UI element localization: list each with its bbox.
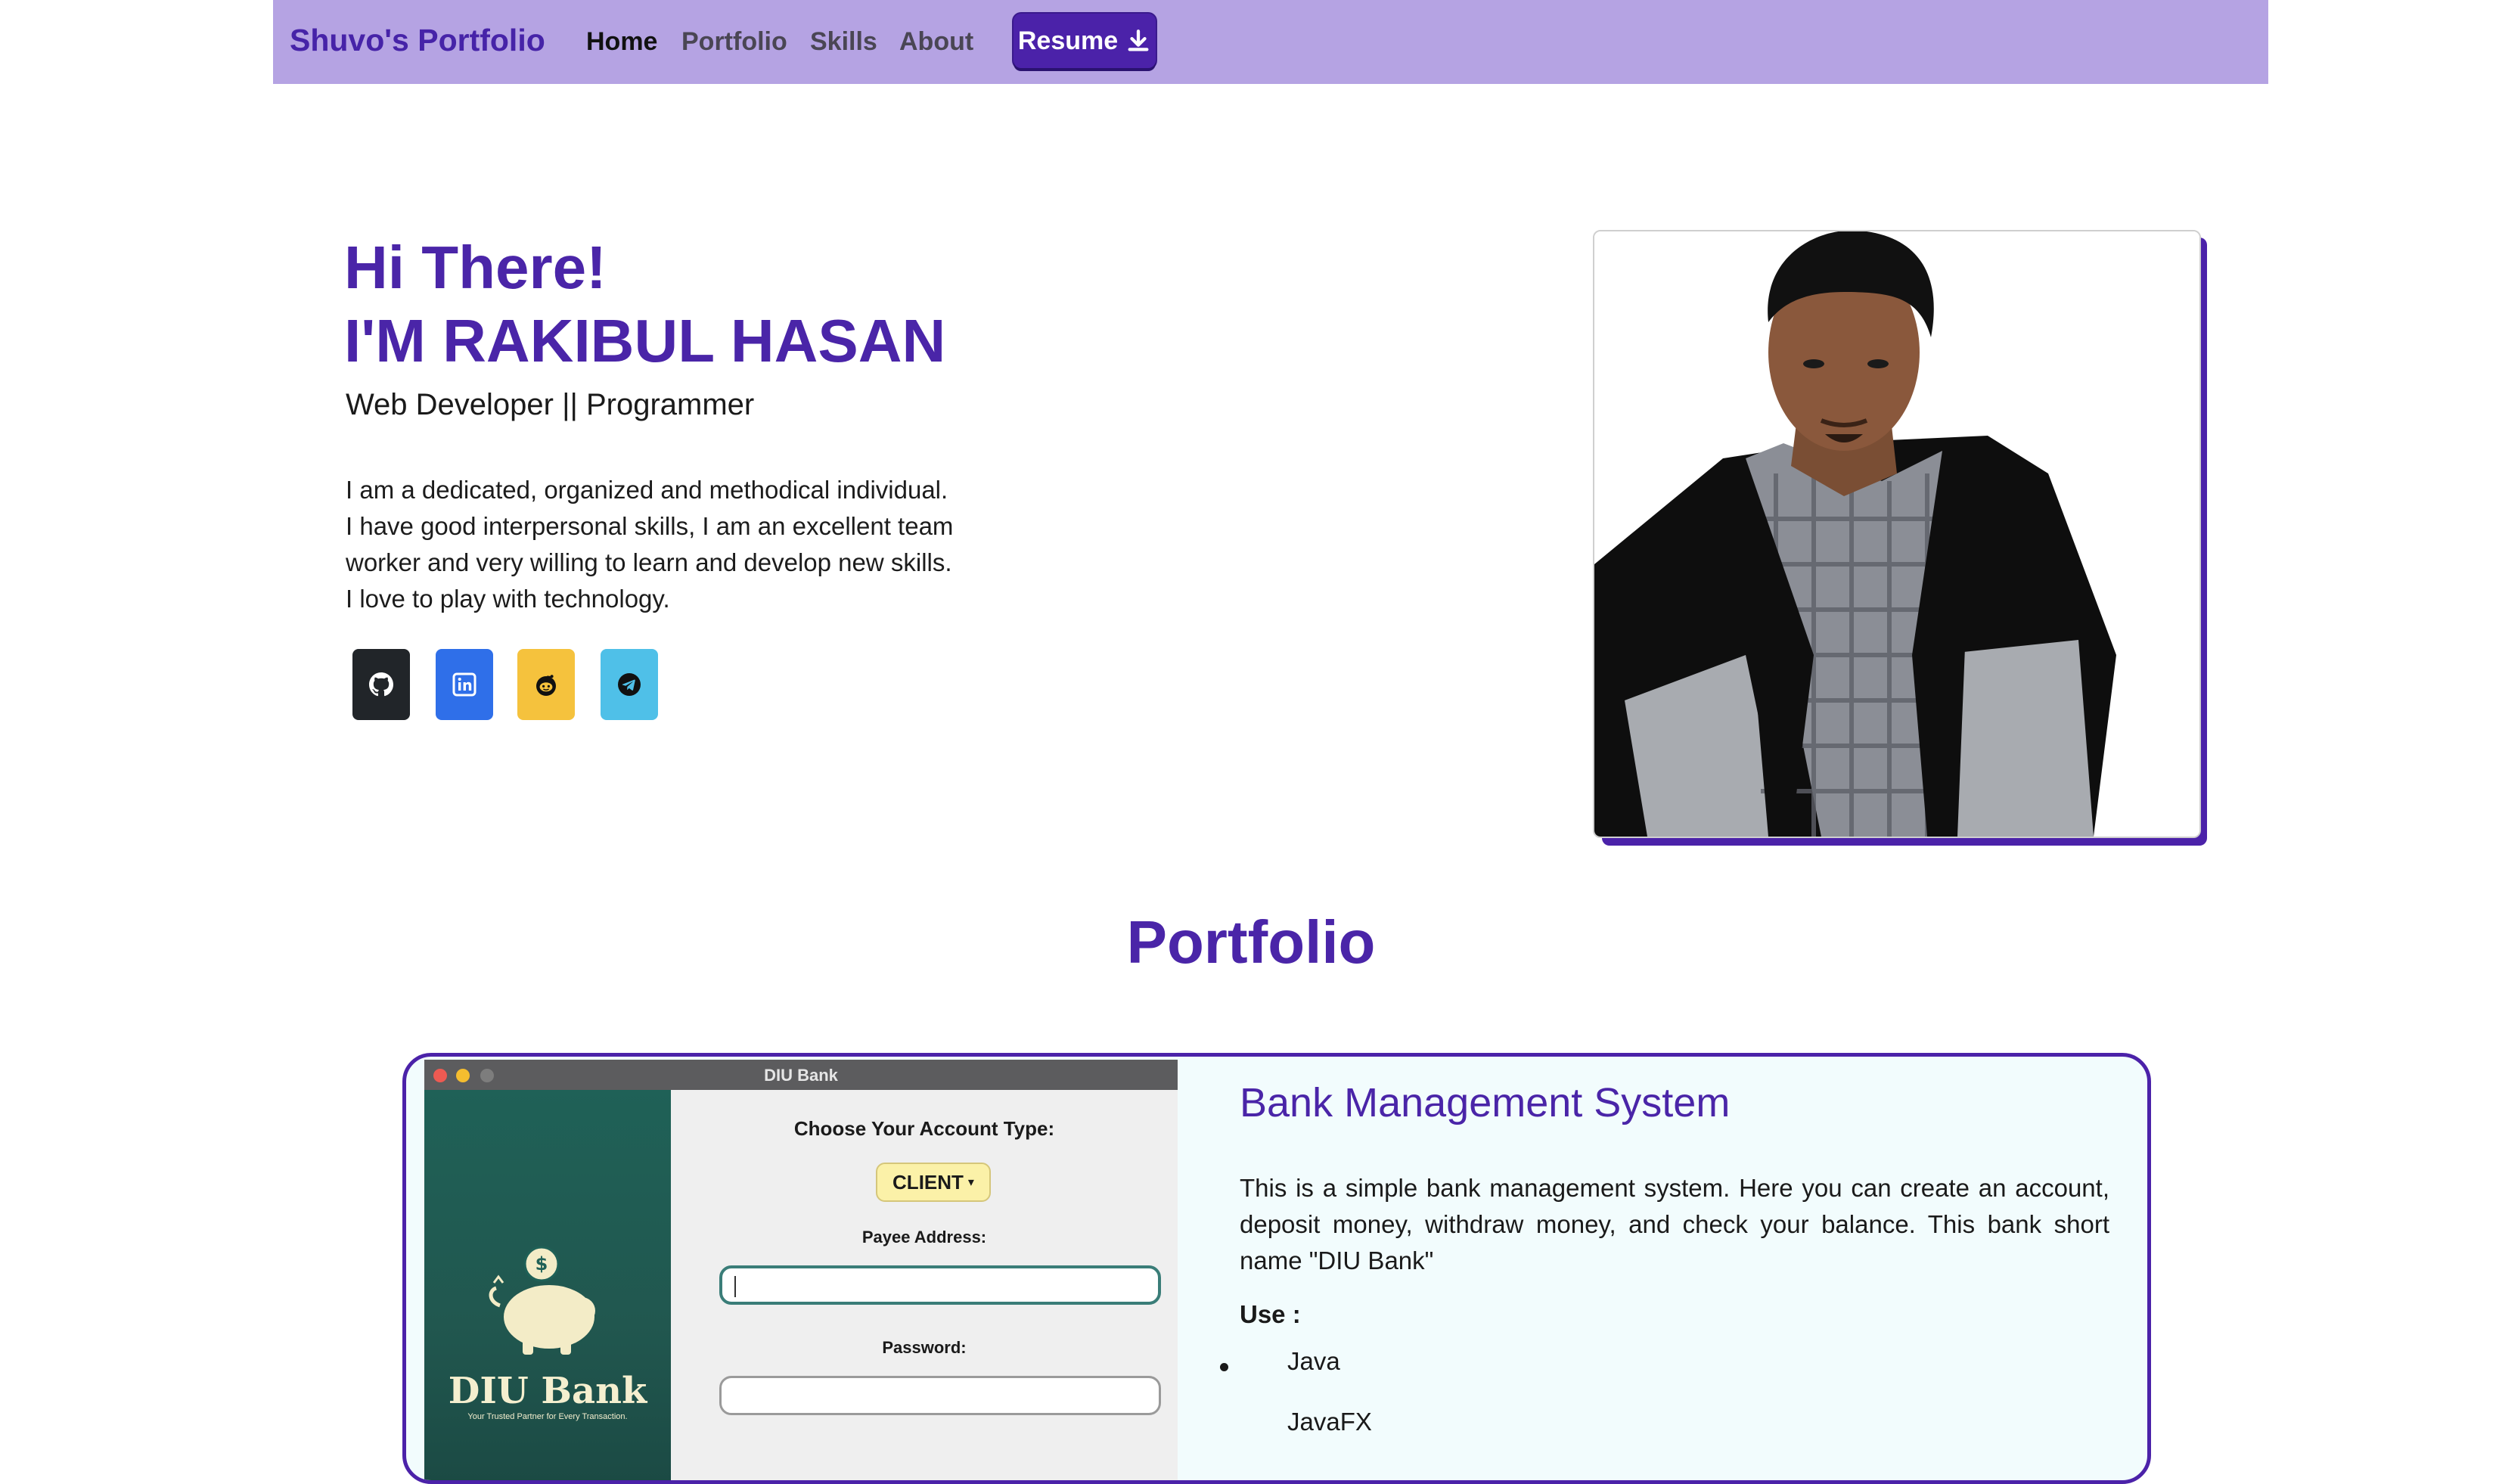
- account-type-label: Choose Your Account Type:: [793, 1117, 1055, 1140]
- person-illustration: [1594, 231, 2199, 837]
- brand-logo[interactable]: Shuvo's Portfolio: [290, 23, 545, 58]
- reddit-icon: [536, 675, 556, 696]
- bank-logo-panel: $ DIU Bank Your Trusted Partner for Ever…: [424, 1090, 671, 1480]
- nav-link-skills[interactable]: Skills: [810, 27, 877, 57]
- chevron-down-icon: ▾: [967, 1176, 974, 1189]
- text-caret: [734, 1276, 736, 1297]
- payee-label: Payee Address:: [861, 1228, 987, 1246]
- account-type-select: CLIENT ▾: [876, 1163, 991, 1202]
- linkedin-icon: [452, 672, 476, 697]
- project-card: DIU Bank $ DIU Bank Your Trusted Partner…: [402, 1053, 2151, 1484]
- bio-line: worker and very willing to learn and dev…: [346, 548, 952, 576]
- profile-photo: [1593, 230, 2201, 838]
- nav-link-portfolio[interactable]: Portfolio: [681, 27, 787, 57]
- hero-role: Web Developer || Programmer: [346, 388, 755, 421]
- bio-line: I am a dedicated, organized and methodic…: [346, 476, 948, 504]
- window-title: DIU Bank: [764, 1066, 838, 1085]
- bank-logo-text: DIU Bank: [448, 1370, 647, 1412]
- project-screenshot: DIU Bank $ DIU Bank Your Trusted Partner…: [424, 1060, 1178, 1480]
- nav-link-home[interactable]: Home: [586, 27, 657, 57]
- svg-text:$: $: [535, 1253, 548, 1274]
- hero-greeting: Hi There!: [344, 234, 607, 301]
- piggy-bank-icon: $: [489, 1246, 595, 1355]
- tech-item: JavaFX: [1287, 1408, 1372, 1436]
- navbar: Shuvo's Portfolio Home Portfolio Skills …: [273, 0, 2268, 84]
- github-button[interactable]: [352, 649, 410, 720]
- reddit-button[interactable]: [517, 649, 575, 720]
- portfolio-section-title: Portfolio: [1126, 908, 1376, 976]
- telegram-icon: [618, 673, 641, 696]
- bio-line: I have good interpersonal skills, I am a…: [346, 512, 954, 540]
- hero-bio: I am a dedicated, organized and methodic…: [346, 472, 996, 617]
- project-description: This is a simple bank management system.…: [1240, 1174, 2109, 1274]
- bullet-icon: [1220, 1363, 1228, 1371]
- nav-link-about[interactable]: About: [899, 27, 973, 57]
- linkedin-button[interactable]: [436, 649, 493, 720]
- password-label: Password:: [882, 1338, 967, 1357]
- window-titlebar: DIU Bank: [424, 1060, 1178, 1090]
- bank-tagline: Your Trusted Partner for Every Transacti…: [467, 1412, 628, 1421]
- hero-name: I'M RAKIBUL HASAN: [344, 307, 946, 374]
- payee-address-field: [719, 1265, 1161, 1305]
- tech-item: Java: [1287, 1347, 1340, 1375]
- resume-button[interactable]: Resume: [1014, 14, 1156, 68]
- project-use-label: Use :: [1240, 1300, 1301, 1328]
- github-icon: [369, 672, 393, 697]
- password-field: [719, 1376, 1161, 1415]
- resume-label: Resume: [1017, 26, 1119, 55]
- bio-line: I love to play with technology.: [346, 585, 670, 613]
- telegram-button[interactable]: [601, 649, 658, 720]
- account-type-value: CLIENT: [892, 1170, 964, 1194]
- project-title: Bank Management System: [1240, 1080, 1731, 1125]
- download-icon: [1128, 29, 1149, 51]
